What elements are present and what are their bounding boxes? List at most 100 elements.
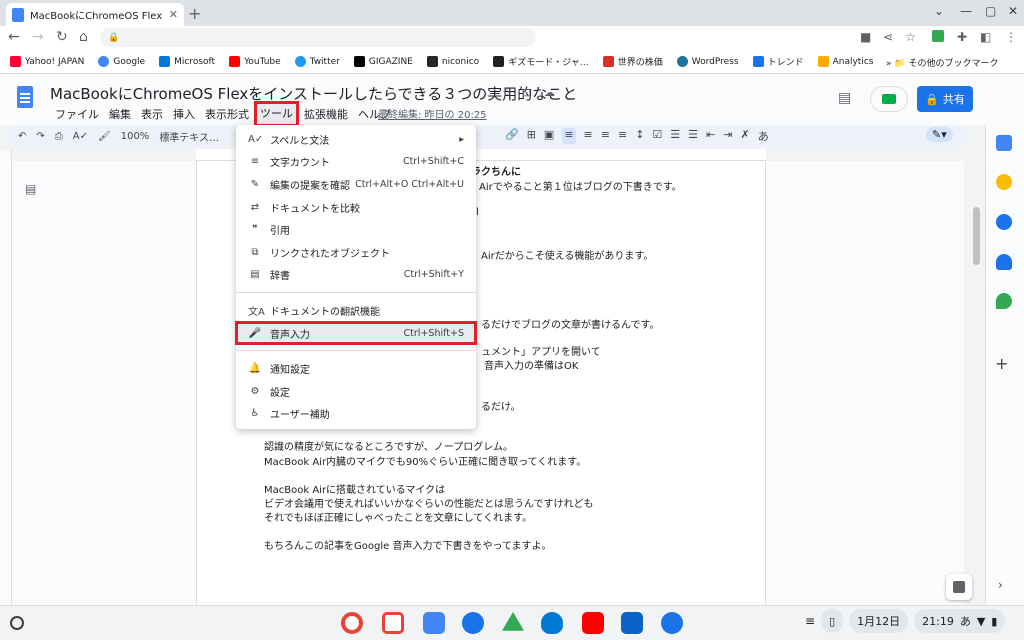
menu-item-dictionary[interactable]: ▤ 辞書 Ctrl+Shift+Y — [236, 264, 476, 287]
editing-mode-icon[interactable]: ✎▾ — [926, 127, 953, 142]
maps-icon[interactable] — [996, 293, 1012, 309]
align-right-icon[interactable]: ≡ — [601, 128, 610, 144]
close-tab-icon[interactable]: ✕ — [169, 8, 178, 21]
tab-search-icon[interactable]: ⌄ — [934, 4, 944, 18]
spellcheck-icon[interactable]: A✓ — [73, 131, 88, 142]
menu-item-word-count[interactable]: ≡ 文字カウント Ctrl+Shift+C — [236, 151, 476, 174]
phone-hub-icon[interactable]: ▯ — [821, 609, 844, 633]
style-select[interactable]: 標準テキス… — [159, 129, 219, 144]
bookmark[interactable]: Google — [98, 56, 145, 67]
bookmark[interactable]: トレンド — [752, 55, 804, 68]
meet-button[interactable] — [870, 86, 908, 112]
print-icon[interactable]: ⎙ — [55, 131, 63, 142]
comment-history-icon[interactable]: ▤ — [838, 90, 851, 106]
star-icon[interactable]: ☆ — [502, 86, 512, 99]
move-folder-icon[interactable]: ⊡ — [522, 86, 531, 99]
justify-icon[interactable]: ≡ — [618, 128, 627, 144]
time-pill[interactable]: 21:19 あ ▼ ▮ — [914, 609, 1006, 633]
menu-item-linked-objects[interactable]: ⧉ リンクされたオブジェクト — [236, 241, 476, 264]
menu-item-translate-document[interactable]: 文A ドキュメントの翻訳機能 — [236, 299, 476, 322]
minimize-icon[interactable]: — — [960, 4, 972, 18]
files-icon[interactable] — [661, 612, 683, 634]
home-icon[interactable]: ⌂ — [79, 29, 88, 45]
paint-format-icon[interactable]: 🖌 — [98, 131, 111, 142]
bookmark[interactable]: 世界の株価 — [602, 55, 663, 68]
address-bar[interactable]: 🔒 — [100, 28, 536, 47]
chrome-icon[interactable] — [341, 612, 363, 634]
menu-item-notification-settings[interactable]: 🔔 通知設定 — [236, 357, 476, 380]
menu-view[interactable]: 表示 — [136, 104, 168, 124]
menu-tools[interactable]: ツール — [254, 101, 299, 127]
forward-icon[interactable]: → — [32, 29, 44, 45]
add-comment-icon[interactable]: ⊞ — [527, 128, 536, 144]
date-pill[interactable]: 1月12日 — [849, 609, 909, 633]
align-left-icon[interactable]: ≡ — [562, 128, 576, 144]
document-title[interactable]: MacBookにChromeOS Flexをインストールしたらできる３つの実用的… — [50, 83, 577, 104]
contacts-icon[interactable] — [996, 254, 1012, 270]
menu-item-accessibility[interactable]: ♿ ユーザー補助 — [236, 403, 476, 426]
menu-item-citations[interactable]: ❞ 引用 — [236, 218, 476, 241]
maximize-icon[interactable]: ▢ — [985, 4, 996, 18]
menu-item-voice-typing[interactable]: 🎤 音声入力 Ctrl+Shift+S — [235, 320, 477, 346]
other-bookmarks[interactable]: » 📁 その他のブックマーク — [886, 56, 998, 69]
new-tab-button[interactable]: + — [188, 4, 201, 23]
numbered-list-icon[interactable]: ☰ — [688, 128, 698, 144]
bookmark[interactable]: niconico — [426, 56, 479, 67]
decrease-indent-icon[interactable]: ⇤ — [706, 128, 715, 144]
menu-format[interactable]: 表示形式 — [200, 104, 254, 124]
puzzle-icon[interactable]: ✚ — [957, 30, 967, 44]
share-page-icon[interactable]: ⋖ — [883, 30, 893, 44]
bookmark[interactable]: GIGAZINE — [353, 56, 413, 67]
menu-item-preferences[interactable]: ⚙ 設定 — [236, 380, 476, 403]
docs-logo-icon[interactable] — [17, 86, 33, 108]
bookmark[interactable]: YouTube — [229, 56, 281, 67]
bookmark[interactable]: ギズモード・ジャ… — [493, 55, 589, 68]
zoom-select[interactable]: 100% — [121, 131, 150, 142]
gmail-icon[interactable] — [382, 612, 404, 634]
last-edit-link[interactable]: 最終編集: 昨日の 20:25 — [378, 106, 487, 121]
vertical-ruler[interactable] — [0, 150, 12, 605]
scrollbar[interactable] — [973, 207, 980, 265]
youtube-app-icon[interactable] — [582, 612, 604, 634]
more-icon[interactable]: ⋮ — [1005, 30, 1017, 44]
add-addon-icon[interactable]: + — [995, 354, 1008, 373]
expand-panel-icon[interactable]: › — [998, 578, 1003, 592]
onedrive-icon[interactable] — [541, 612, 563, 634]
menu-item-compare-documents[interactable]: ⇄ ドキュメントを比較 — [236, 196, 476, 219]
reload-icon[interactable]: ↻ — [56, 29, 68, 45]
cloud-status-icon[interactable]: ☁ — [544, 86, 555, 99]
browser-tab[interactable]: MacBookにChromeOS Flexを… ✕ — [6, 3, 184, 26]
bookmark[interactable]: Microsoft — [159, 56, 215, 67]
menu-edit[interactable]: 編集 — [104, 104, 136, 124]
menu-item-review-suggestions[interactable]: ✎ 編集の提案を確認 Ctrl+Alt+O Ctrl+Alt+U — [236, 173, 476, 196]
share-button[interactable]: 🔒 共有 — [917, 86, 973, 112]
calendar-icon[interactable] — [996, 135, 1012, 151]
line-spacing-icon[interactable]: ↕ — [635, 128, 644, 144]
menu-extensions[interactable]: 拡張機能 — [299, 104, 353, 124]
tasks-icon[interactable] — [996, 214, 1012, 230]
launcher-icon[interactable] — [10, 616, 24, 630]
extension-icon[interactable] — [932, 30, 944, 42]
menu-insert[interactable]: 挿入 — [168, 104, 200, 124]
menu-file[interactable]: ファイル — [50, 104, 104, 124]
bookmark[interactable]: Yahoo! JAPAN — [10, 56, 84, 67]
input-tools-select[interactable]: あ — [758, 128, 769, 144]
close-window-icon[interactable]: ✕ — [1008, 4, 1018, 18]
align-center-icon[interactable]: ≡ — [584, 128, 593, 144]
keep-icon[interactable] — [996, 174, 1012, 190]
calendar-app-icon[interactable] — [423, 612, 445, 634]
camera-icon[interactable]: ■ — [860, 30, 871, 44]
bookmark-star-icon[interactable]: ☆ — [905, 30, 916, 44]
clipboard-icon[interactable]: ≡ — [805, 614, 815, 628]
messages-icon[interactable] — [462, 612, 484, 634]
bookmark[interactable]: WordPress — [676, 56, 739, 67]
outlook-app-icon[interactable] — [621, 612, 643, 634]
bookmark[interactable]: Analytics — [817, 56, 873, 67]
clear-formatting-icon[interactable]: ✗ — [740, 128, 749, 144]
bullet-list-icon[interactable]: ☰ — [670, 128, 680, 144]
undo-icon[interactable]: ↶ — [18, 131, 26, 142]
increase-indent-icon[interactable]: ⇥ — [723, 128, 732, 144]
checklist-icon[interactable]: ☑ — [652, 128, 662, 144]
link-icon[interactable]: 🔗 — [505, 128, 519, 144]
explore-button[interactable] — [946, 574, 972, 600]
